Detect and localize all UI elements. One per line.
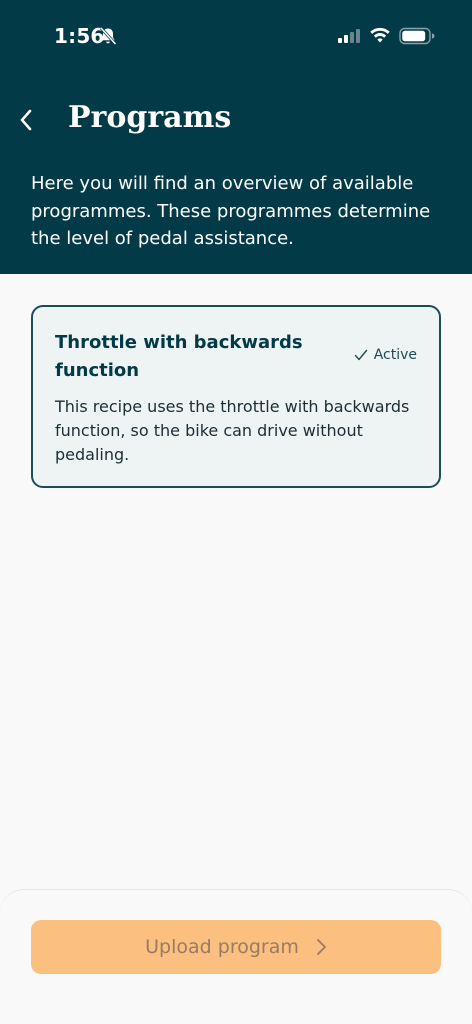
upload-program-label: Upload program <box>145 936 299 958</box>
upload-program-button[interactable]: Upload program <box>31 920 441 974</box>
status-bar: 1:56 <box>0 0 472 72</box>
program-card[interactable]: Throttle with backwards function Active … <box>31 305 441 488</box>
page-description: Here you will find an overview of availa… <box>31 173 431 249</box>
program-description: This recipe uses the throttle with backw… <box>55 397 410 464</box>
header: 1:56 Programs Here you will find an over… <box>0 0 472 274</box>
battery-icon <box>399 27 435 45</box>
back-button[interactable] <box>12 102 40 138</box>
status-time: 1:56 <box>54 24 105 48</box>
cellular-signal-icon <box>338 29 360 43</box>
page-title: Programs <box>68 100 232 135</box>
checkmark-icon <box>354 349 367 361</box>
active-status-badge: Active <box>354 347 417 363</box>
chevron-left-icon <box>20 109 32 131</box>
chevron-right-icon <box>316 939 326 955</box>
program-title: Throttle with backwards function <box>55 332 303 381</box>
active-status-label: Active <box>373 347 417 363</box>
wifi-icon <box>370 27 390 43</box>
bell-slash-icon <box>99 26 117 46</box>
